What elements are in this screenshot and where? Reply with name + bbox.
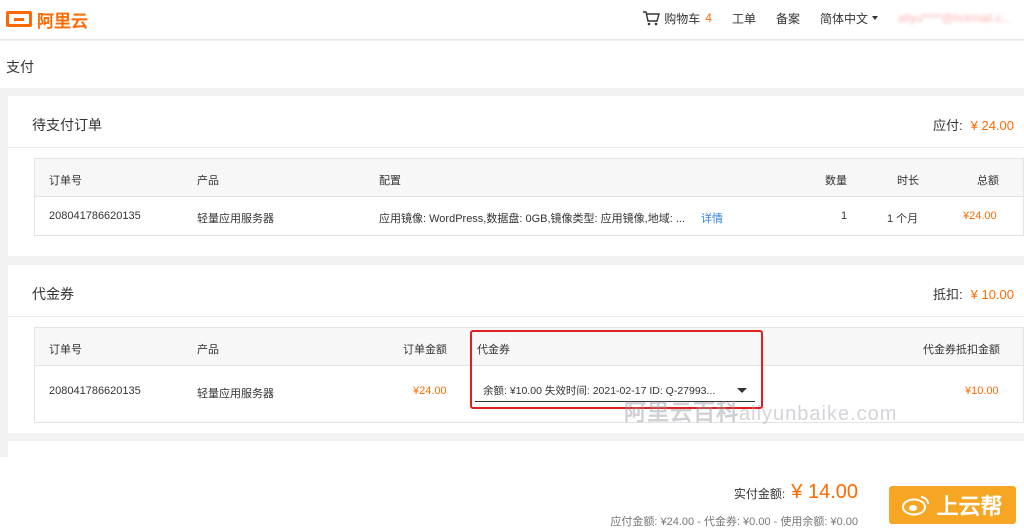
cart-link[interactable]: 购物车 4 (642, 10, 712, 27)
col-duration: 时长 (897, 175, 919, 187)
vouchers-title: 代金券 (32, 286, 74, 302)
col-order-amount: 订单金额 (403, 344, 447, 356)
product-name: 轻量应用服务器 (197, 213, 274, 225)
col-product: 产品 (197, 175, 219, 187)
col-total: 总额 (977, 175, 999, 187)
badge-text: 上云帮 (936, 494, 1003, 519)
order-total: ¥24.00 (963, 210, 997, 222)
filing-link[interactable]: 备案 (776, 10, 800, 27)
col-order-no: 订单号 (49, 344, 82, 356)
duration: 1 个月 (887, 213, 919, 225)
quantity: 1 (841, 210, 848, 222)
watermark-en: aliyunbaike.com (739, 403, 898, 425)
aliyun-logo-icon (6, 11, 32, 27)
col-config: 配置 (379, 175, 401, 187)
nav-right: 购物车 4 工单 备案 简体中文 aliyu****@hotmail.c... (642, 0, 1024, 36)
cart-label: 购物车 (664, 11, 701, 26)
cart-icon (643, 11, 661, 26)
table-header-row: 订单号 产品 配置 数量 时长 总额 (35, 159, 1023, 197)
page-title: 支付 (6, 59, 34, 75)
order-amount: ¥24.00 (413, 385, 447, 397)
col-voucher-deduct: 代金券抵扣金额 (923, 344, 1000, 356)
config-summary: 应用镜像: WordPress,数据盘: 0GB,镜像类型: 应用镜像,地域: … (379, 213, 685, 225)
aliyun-logo[interactable]: 阿里云 (6, 8, 88, 31)
vouchers-header: 代金券 抵扣: ¥ 10.00 (8, 265, 1024, 317)
actual-payment-value: ¥ 14.00 (791, 481, 858, 503)
language-label: 简体中文 (819, 11, 868, 26)
actual-payment-label: 实付金额: (733, 487, 786, 501)
order-number: 208041786620135 (49, 385, 141, 397)
deduction: 抵扣: ¥ 10.00 (933, 284, 1014, 303)
language-dropdown[interactable]: 简体中文 (820, 10, 878, 27)
cart-count: 4 (705, 11, 712, 25)
actual-payment: 实付金额: ¥ 14.00 (734, 481, 858, 504)
shangyunbang-badge: 上云帮 (889, 486, 1016, 524)
details-link[interactable]: 详情 (701, 210, 723, 226)
col-product: 产品 (197, 344, 219, 356)
payment-summary: 实付金额: ¥ 14.00 应付金额: ¥24.00 - 代金券: ¥0.00 … (0, 457, 1024, 531)
voucher-deduct-amount: ¥10.00 (965, 385, 999, 397)
weibo-icon (902, 496, 930, 516)
product-name: 轻量应用服务器 (197, 388, 274, 400)
amount-due-value: ¥ 24.00 (970, 118, 1014, 133)
col-order-no: 订单号 (49, 175, 82, 187)
pending-orders-panel: 待支付订单 应付: ¥ 24.00 订单号 产品 配置 数量 时长 总额 2080… (8, 96, 1024, 256)
table-row: 208041786620135 轻量应用服务器 应用镜像: WordPress,… (35, 197, 1023, 235)
watermark: 阿里云百科aliyunbaike.com (624, 395, 897, 427)
chevron-down-icon (872, 16, 878, 20)
amount-due-label: 应付: (933, 118, 963, 133)
watermark-cn: 阿里云百科 (624, 400, 740, 425)
logo-text: 阿里云 (37, 11, 88, 31)
user-account-link[interactable]: aliyu****@hotmail.c... (898, 11, 1016, 25)
payment-breakdown: 应付金额: ¥24.00 - 代金券: ¥0.00 - 使用余额: ¥0.00 (610, 516, 858, 528)
pending-orders-title: 待支付订单 (32, 117, 102, 133)
order-number: 208041786620135 (49, 210, 141, 222)
pending-orders-header: 待支付订单 应付: ¥ 24.00 (8, 96, 1024, 148)
col-qty: 数量 (825, 175, 847, 187)
amount-due: 应付: ¥ 24.00 (933, 115, 1014, 134)
deduction-value: ¥ 10.00 (970, 287, 1014, 302)
top-navbar: 阿里云 购物车 4 工单 备案 简体中文 aliyu****@hotmail.c… (0, 0, 1024, 40)
divider-band (8, 441, 1024, 457)
page-header: 支付 (0, 41, 1024, 88)
deduction-label: 抵扣: (933, 287, 963, 302)
tickets-link[interactable]: 工单 (732, 10, 756, 27)
pending-orders-table: 订单号 产品 配置 数量 时长 总额 208041786620135 轻量应用服… (34, 158, 1024, 236)
